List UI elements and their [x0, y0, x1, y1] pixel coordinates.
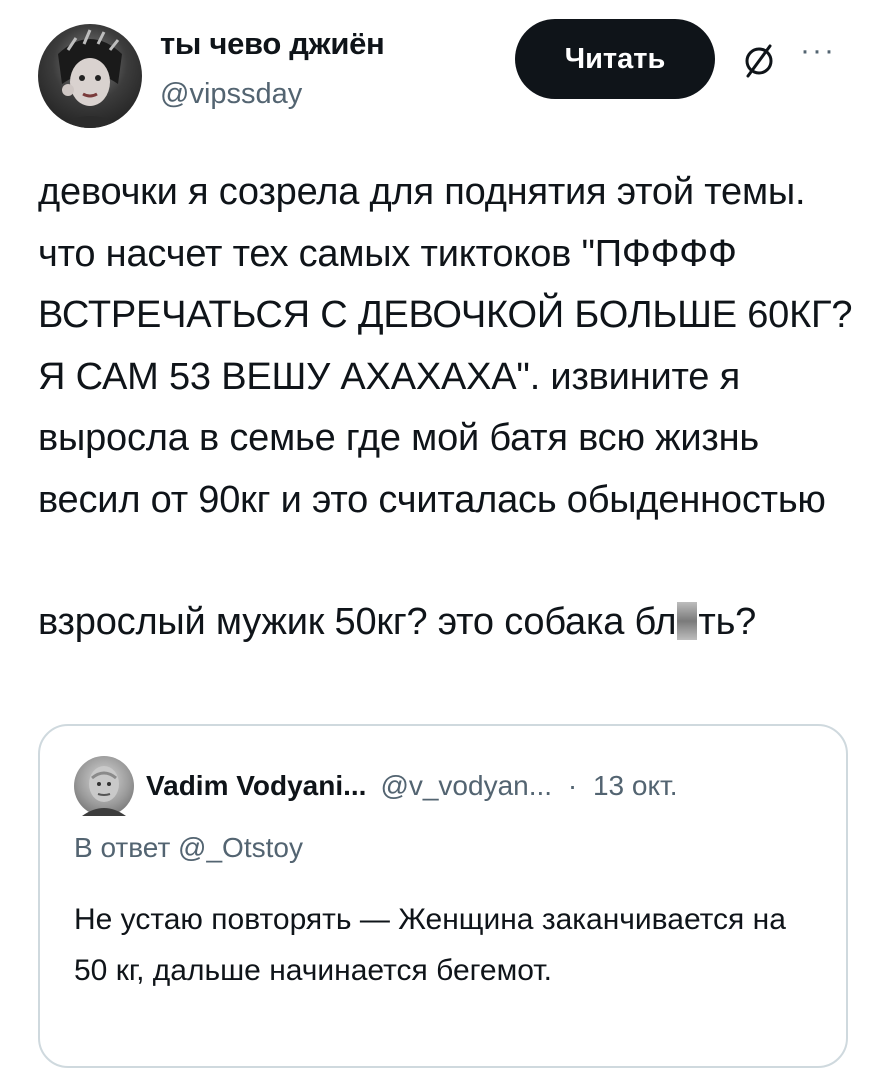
quote-date[interactable]: 13 окт. [593, 770, 678, 801]
tweet-paragraph-2-end: ть? [698, 601, 757, 643]
quote-author-avatar[interactable] [74, 756, 134, 816]
quote-avatar-image [82, 766, 126, 816]
author-avatar[interactable] [38, 24, 142, 128]
quoted-tweet[interactable]: Vadim Vodyani... @v_vodyan... · 13 окт. В… [38, 724, 848, 1068]
tweet-paragraph-2: взрослый мужик 50кг? это собака бл ть? [38, 592, 858, 654]
quote-separator: · [567, 770, 578, 801]
more-options-icon[interactable]: ··· [800, 34, 836, 68]
quote-author-handle[interactable]: @v_vodyan... [380, 770, 552, 801]
tweet-text: девочки я созрела для поднятия этой темы… [38, 162, 858, 654]
tweet-paragraph-2-start: взрослый мужик 50кг? это собака бл [38, 601, 677, 643]
follow-button[interactable]: Читать [515, 19, 715, 99]
quote-reply-to: В ответ @_Otstoy [74, 832, 303, 863]
quote-author-name[interactable]: Vadim Vodyani... [146, 770, 366, 801]
author-handle[interactable]: @vipssday [160, 78, 302, 111]
author-name[interactable]: ты чево джиён [160, 26, 385, 62]
quote-text: Не устаю повторять — Женщина заканчивает… [74, 903, 786, 987]
censored-letter [677, 602, 698, 640]
tweet-paragraph: девочки я созрела для поднятия этой темы… [38, 171, 853, 521]
quote-header: Vadim Vodyani... @v_vodyan... · 13 окт. [146, 770, 678, 802]
avatar-image [56, 29, 124, 128]
slash-circle-icon[interactable] [738, 40, 780, 82]
